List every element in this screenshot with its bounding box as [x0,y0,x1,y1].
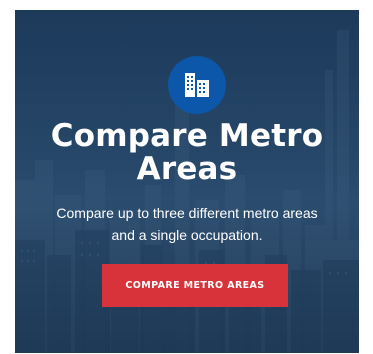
card-description-line-1: Compare up to three different metro area… [56,205,318,221]
compare-metro-card: Compare Metro Areas Compare up to three … [15,10,359,353]
card-description-line-2: and a single occupation. [111,227,263,243]
building-icon-badge [168,56,226,114]
card-title: Compare Metro Areas [15,120,359,186]
card-title-line-1: Compare Metro [50,118,324,154]
card-description: Compare up to three different metro area… [43,202,331,246]
card-title-line-2: Areas [136,151,238,187]
building-icon [185,73,209,97]
compare-metro-areas-button[interactable]: COMPARE METRO AREAS [102,264,288,307]
